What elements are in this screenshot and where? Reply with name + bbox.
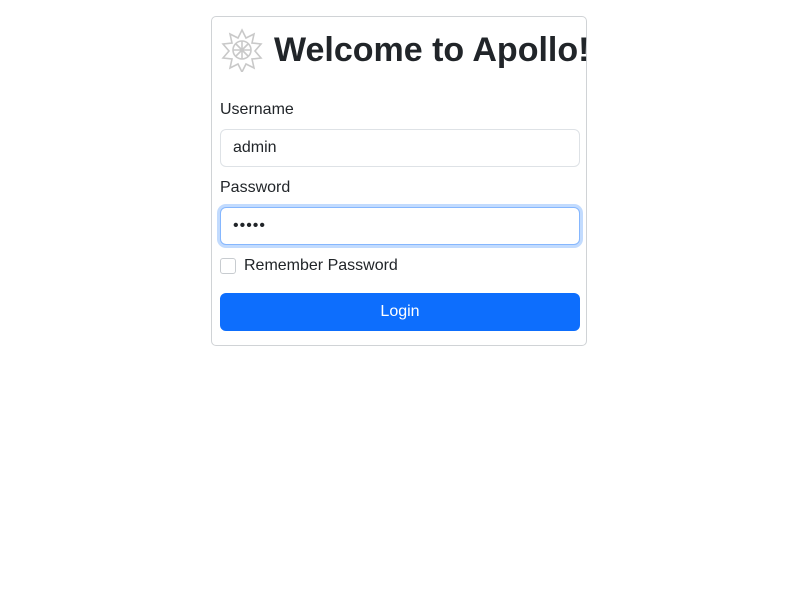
username-label: Username <box>220 101 294 118</box>
login-card: Welcome to Apollo! Username Password Rem… <box>211 16 589 346</box>
password-label: Password <box>220 179 291 196</box>
page-title: Welcome to Apollo! <box>274 31 590 69</box>
remember-password-checkbox[interactable] <box>220 258 236 274</box>
remember-password-row[interactable]: Remember Password <box>220 257 398 275</box>
card-header: Welcome to Apollo! <box>220 27 589 73</box>
remember-password-label[interactable]: Remember Password <box>244 257 398 275</box>
password-input[interactable] <box>220 207 580 245</box>
login-button[interactable]: Login <box>220 293 580 331</box>
apollo-logo-icon <box>221 28 263 72</box>
username-input[interactable] <box>220 129 580 167</box>
